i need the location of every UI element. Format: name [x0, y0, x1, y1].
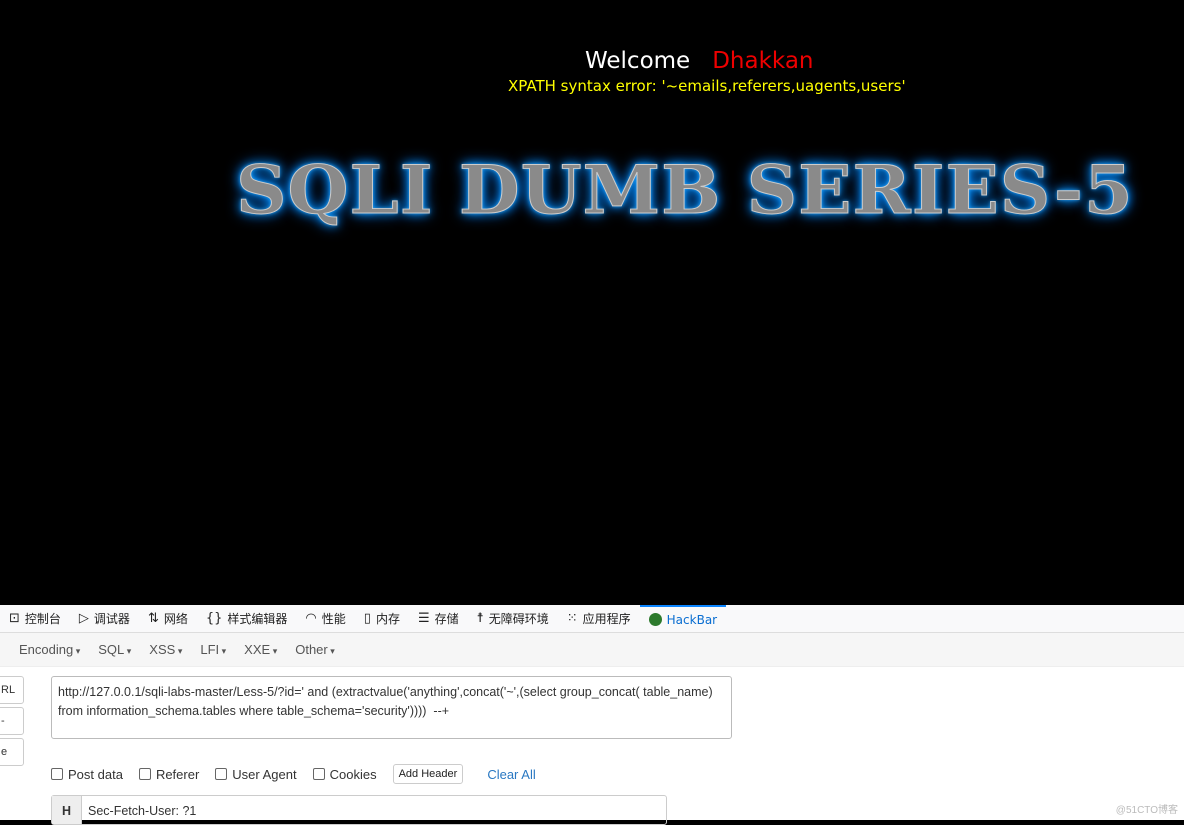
load-url-button[interactable]: RL — [0, 676, 24, 704]
clear-all-link[interactable]: Clear All — [487, 767, 535, 782]
add-header-button[interactable]: Add Header — [392, 764, 464, 784]
cookies-checkbox[interactable]: Cookies — [312, 766, 377, 782]
menu-xss[interactable]: XSS — [140, 642, 191, 657]
watermark: @51CTO博客 — [1115, 805, 1178, 816]
username: Dhakkan — [712, 48, 814, 74]
header-row: H Sec-Fetch-User: ?1 — [51, 795, 667, 825]
split-url-button[interactable]: - — [0, 707, 24, 735]
tab-style-editor[interactable]: {} 样式编辑器 — [197, 605, 297, 633]
welcome-text: Welcome Dhakkan — [585, 48, 814, 74]
menu-encoding[interactable]: Encoding — [10, 642, 89, 657]
url-input[interactable]: http://127.0.0.1/sqli-labs-master/Less-5… — [51, 676, 732, 739]
tab-application[interactable]: ⁙ 应用程序 — [558, 605, 640, 633]
user-agent-checkbox[interactable]: User Agent — [215, 766, 297, 782]
style-editor-icon: {} — [205, 611, 223, 626]
tab-memory[interactable]: ▯ 内存 — [355, 605, 409, 633]
accessibility-icon: ☨ — [476, 611, 484, 626]
tab-hackbar[interactable]: HackBar — [639, 604, 727, 633]
options-row: Post data Referer User Agent Cookies Add… — [51, 764, 536, 784]
tab-label: 样式编辑器 — [227, 612, 288, 626]
debugger-icon: ▷ — [78, 611, 89, 626]
menu-other[interactable]: Other — [286, 642, 344, 657]
menu-lfi[interactable]: LFI — [191, 642, 235, 657]
console-icon: ⊡ — [9, 611, 20, 626]
tab-label: HackBar — [666, 612, 718, 627]
tab-network[interactable]: ⇅ 网络 — [139, 605, 197, 633]
devtools-tabs: ⊡ 控制台 ▷ 调试器 ⇅ 网络 {} 样式编辑器 ◠ 性能 ▯ 内存 ☰ 存储 ☨ 无障碍环境… — [0, 604, 1184, 633]
network-icon: ⇅ — [147, 611, 159, 626]
menu-xxe[interactable]: XXE — [235, 642, 286, 657]
tab-label: 存储 — [434, 612, 459, 626]
error-message: XPATH syntax error: '~emails,referers,ua… — [508, 77, 906, 95]
tab-label: 网络 — [163, 612, 188, 626]
post-data-checkbox[interactable]: Post data — [51, 767, 123, 782]
application-icon: ⁙ — [566, 611, 578, 626]
performance-icon: ◠ — [305, 611, 317, 626]
storage-icon: ☰ — [417, 611, 430, 626]
option-label: User Agent — [232, 766, 297, 782]
option-label: Referer — [155, 766, 200, 782]
tab-console[interactable]: ⊡ 控制台 — [0, 605, 70, 633]
webpage: Welcome Dhakkan XPATH syntax error: '~ema… — [0, 0, 1184, 605]
tab-storage[interactable]: ☰ 存储 — [409, 605, 468, 633]
tab-label: 性能 — [321, 612, 346, 626]
tab-label: 内存 — [375, 612, 400, 626]
tab-accessibility[interactable]: ☨ 无障碍环境 — [468, 605, 558, 633]
devtools-panel: ⊡ 控制台 ▷ 调试器 ⇅ 网络 {} 样式编辑器 ◠ 性能 ▯ 内存 ☰ 存储 ☨ 无障碍环境… — [0, 604, 1184, 825]
tab-label: 无障碍环境 — [488, 612, 549, 626]
option-label: Post data — [68, 766, 123, 782]
tab-performance[interactable]: ◠ 性能 — [296, 605, 354, 633]
tab-label: 调试器 — [93, 612, 130, 626]
welcome-label: Welcome — [585, 48, 691, 74]
tab-label: 控制台 — [24, 612, 61, 626]
execute-button[interactable]: e — [0, 738, 24, 766]
referer-checkbox[interactable]: Referer — [138, 766, 200, 782]
option-label: Cookies — [329, 766, 377, 782]
memory-icon: ▯ — [363, 611, 371, 626]
hackbar-icon — [648, 613, 662, 626]
page-title: SQLI DUMB SERIES-5 — [236, 150, 1134, 230]
hackbar-menu: Encoding SQL XSS LFI XXE Other — [0, 633, 1184, 667]
tab-label: 应用程序 — [582, 612, 631, 626]
tab-debugger[interactable]: ▷ 调试器 — [70, 605, 139, 633]
menu-sql[interactable]: SQL — [89, 642, 140, 657]
